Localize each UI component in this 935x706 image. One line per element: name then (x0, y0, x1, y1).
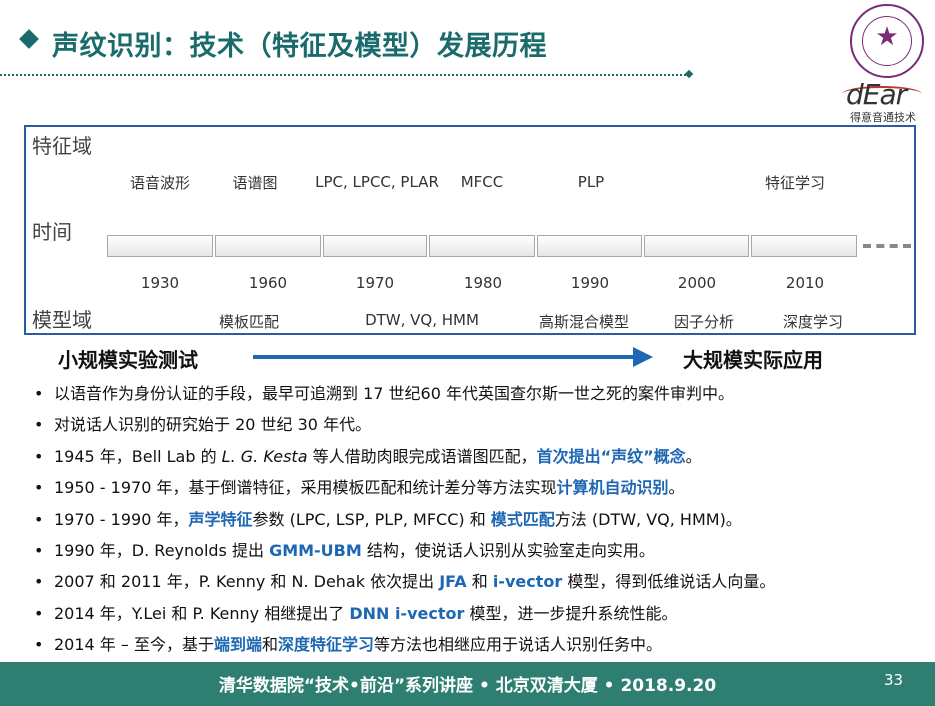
highlighted-term: 端到端 (213, 635, 262, 655)
small-scale-label: 小规模实验测试 (58, 348, 198, 372)
highlighted-term: DNN i-vector (349, 603, 465, 623)
year-label: 1930 (140, 274, 180, 292)
bullet-text: 2007 和 2011 年，P. Kenny 和 N. Dehak 依次提出 (54, 572, 440, 592)
feature-item: 语谱图 (232, 174, 278, 192)
seal-star-icon: ★ (875, 22, 899, 52)
bullet-dot-icon: • (34, 478, 44, 498)
bullet-text: 模型，进一步提升系统性能。 (464, 603, 678, 623)
bullet-dot-icon: • (34, 635, 44, 655)
model-item: 模板匹配 (218, 313, 280, 331)
bullet-text: 1990 年，D. Reynolds 提出 (54, 540, 270, 560)
bullet-text: 1950 - 1970 年，基于倒谱特征，采用模板匹配和统计差分等方法实现 (54, 478, 557, 498)
highlighted-term: JFA (439, 572, 467, 592)
highlighted-term: 深度特征学习 (278, 635, 375, 655)
bullet-item: • 1990 年，D. Reynolds 提出 GMM-UBM 结构，使说话人识别… (30, 535, 930, 566)
bullet-text: 。 (685, 446, 702, 466)
bullet-text: 2014 年，Y.Lei 和 P. Kenny 相继提出了 (54, 603, 350, 623)
slide-title: 声纹识别：技术（特征及模型）发展历程 (52, 31, 547, 62)
year-label: 2000 (677, 274, 717, 292)
highlighted-term: 模式匹配 (490, 509, 555, 529)
bullet-dot-icon: • (34, 540, 44, 560)
bullet-text: 2014 年 – 至今，基于 (54, 635, 214, 655)
highlighted-term: i-vector (492, 572, 563, 592)
feature-item: PLP (577, 173, 605, 191)
large-scale-label: 大规模实际应用 (683, 348, 823, 372)
feature-item: MFCC (460, 173, 504, 191)
bullet-dot-icon: • (34, 384, 44, 403)
bullet-item: • 1945 年，Bell Lab 的 L. G. Kesta 等人借助肉眼完成语… (30, 441, 930, 472)
bullet-text: 和 (262, 635, 279, 655)
year-label: 1970 (355, 274, 395, 292)
highlighted-term: GMM-UBM (269, 540, 362, 560)
model-item: 深度学习 (782, 313, 844, 331)
timeline-continuation-dashes (863, 244, 911, 248)
progress-arrow-shaft (253, 355, 635, 359)
footer-text: 清华数据院“技术•前沿”系列讲座 • 北京双清大厦 • 2018.9.20 (218, 676, 717, 696)
timeline-segment (107, 235, 213, 257)
bullet-text: 方法 (DTW, VQ, HMM)。 (554, 509, 742, 529)
timeline-segment (429, 235, 535, 257)
feature-item: LPC, LPCC, PLAR (315, 173, 439, 191)
timeline-panel (24, 125, 916, 335)
model-item: 因子分析 (673, 313, 735, 331)
bullet-text: 等人借助肉眼完成语谱图匹配， (307, 446, 537, 466)
bullet-item: • 对说话人识别的研究始于 20 世纪 30 年代。 (30, 409, 930, 440)
logo-subtitle: 得意音通技术 (850, 111, 916, 124)
bullet-dot-icon: • (34, 603, 44, 623)
feature-domain-label: 特征域 (32, 134, 92, 158)
bullet-text: 和 (466, 572, 493, 592)
time-label: 时间 (32, 220, 72, 244)
year-label: 1960 (248, 274, 288, 292)
bullet-dot-icon: • (34, 446, 44, 466)
bullet-dot-icon: • (34, 415, 44, 435)
model-domain-label: 模型域 (32, 308, 92, 332)
bullet-item: • 2014 年，Y.Lei 和 P. Kenny 相继提出了 DNN i-vec… (30, 598, 930, 629)
page-number: 33 (884, 671, 904, 689)
model-item: 高斯混合模型 (538, 313, 630, 331)
highlighted-term: 首次提出“声纹”概念 (536, 446, 686, 466)
highlighted-term: 声学特征 (188, 509, 253, 529)
bullet-item: • 2007 和 2011 年，P. Kenny 和 N. Dehak 依次提出 … (30, 566, 930, 597)
model-item: DTW, VQ, HMM (365, 311, 479, 329)
bullet-text: 模型，得到低维说话人向量。 (562, 572, 776, 592)
bullet-dot-icon: • (34, 509, 44, 529)
bullet-item: • 1950 - 1970 年，基于倒谱特征，采用模板匹配和统计差分等方法实现计算… (30, 472, 930, 503)
bullet-text: 参数 (LPC, LSP, PLP, MFCC) 和 (252, 509, 491, 529)
italic-name: L. G. Kesta (221, 446, 308, 466)
year-label: 1990 (570, 274, 610, 292)
highlighted-term: 计算机自动识别 (556, 478, 669, 498)
title-divider (0, 74, 690, 76)
feature-item: 特征学习 (764, 174, 826, 192)
feature-item: 语音波形 (129, 174, 191, 192)
bullet-text: 1970 - 1990 年， (54, 509, 189, 529)
timeline-segment (751, 235, 857, 257)
right-arrow-icon (633, 347, 653, 367)
bullet-text: 等方法也相继应用于说话人识别任务中。 (374, 635, 663, 655)
bullet-text: 以语音作为身份认证的手段，最早可追溯到 17 世纪60 年代英国查尔斯一世之死的… (54, 384, 734, 403)
timeline-segment (537, 235, 642, 257)
bullet-text: 对说话人识别的研究始于 20 世纪 30 年代。 (54, 415, 372, 435)
timeline-segment (323, 235, 427, 257)
bullet-text: 结构，使说话人识别从实验室走向实用。 (361, 540, 655, 560)
bullet-item: • 以语音作为身份认证的手段，最早可追溯到 17 世纪60 年代英国查尔斯一世之死… (30, 378, 930, 409)
bullet-text: 。 (668, 478, 685, 498)
history-bullet-list: • 以语音作为身份认证的手段，最早可追溯到 17 世纪60 年代英国查尔斯一世之死… (30, 378, 930, 661)
year-label: 2010 (785, 274, 825, 292)
bullet-text: 1945 年，Bell Lab 的 (54, 446, 222, 466)
dear-logo: dEar (846, 78, 907, 111)
year-label: 1980 (463, 274, 503, 292)
bullet-dot-icon: • (34, 572, 44, 592)
timeline-segment (644, 235, 749, 257)
bullet-item: • 1970 - 1990 年，声学特征参数 (LPC, LSP, PLP, MF… (30, 504, 930, 535)
bullet-item: • 2014 年 – 至今，基于端到端和深度特征学习等方法也相继应用于说话人识别任… (30, 629, 930, 660)
timeline-segment (215, 235, 321, 257)
